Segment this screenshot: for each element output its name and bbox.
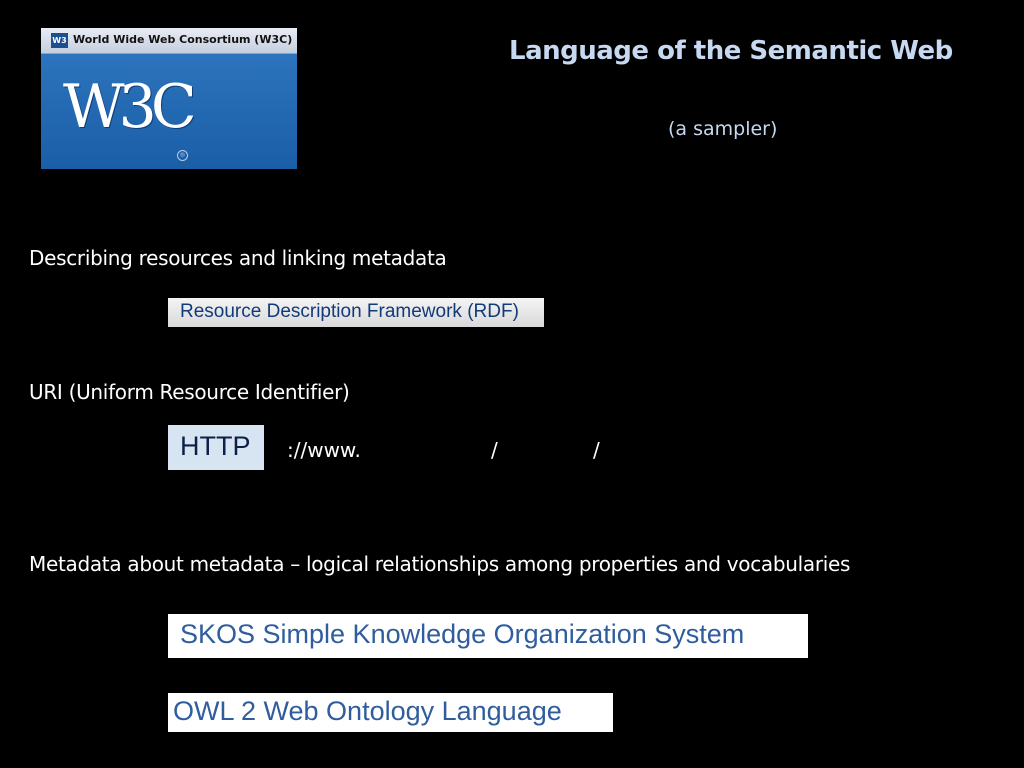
http-label: HTTP xyxy=(180,431,251,461)
w3c-wordmark: W3C xyxy=(63,72,197,142)
uri-slash-2: / xyxy=(593,438,600,462)
http-label-box: HTTP xyxy=(168,425,264,470)
slide-subtitle: (a sampler) xyxy=(668,118,778,140)
skos-label-box: SKOS Simple Knowledge Organization Syste… xyxy=(168,614,808,658)
owl-label: OWL 2 Web Ontology Language xyxy=(173,696,562,726)
describing-heading: Describing resources and linking metadat… xyxy=(29,246,447,270)
rdf-label-box: Resource Description Framework (RDF) xyxy=(168,298,544,327)
owl-label-box: OWL 2 Web Ontology Language xyxy=(168,693,613,732)
uri-slash-1: / xyxy=(491,438,498,462)
slide-title: Language of the Semantic Web xyxy=(509,36,953,66)
uri-www-part: ://www. xyxy=(287,438,361,462)
w3c-bar-title: World Wide Web Consortium (W3C) xyxy=(73,33,293,46)
skos-label: SKOS Simple Knowledge Organization Syste… xyxy=(180,619,745,649)
metadata-heading: Metadata about metadata – logical relati… xyxy=(29,552,851,576)
w3c-small-icon: W3 xyxy=(51,33,68,48)
rdf-label: Resource Description Framework (RDF) xyxy=(180,301,519,322)
w3c-logo: W3 World Wide Web Consortium (W3C) W3C ® xyxy=(41,28,297,169)
uri-heading: URI (Uniform Resource Identifier) xyxy=(29,380,350,404)
w3c-logo-bar: W3 World Wide Web Consortium (W3C) xyxy=(41,28,297,54)
w3c-logo-body: W3C ® xyxy=(41,54,297,169)
registered-mark-icon: ® xyxy=(177,150,188,161)
